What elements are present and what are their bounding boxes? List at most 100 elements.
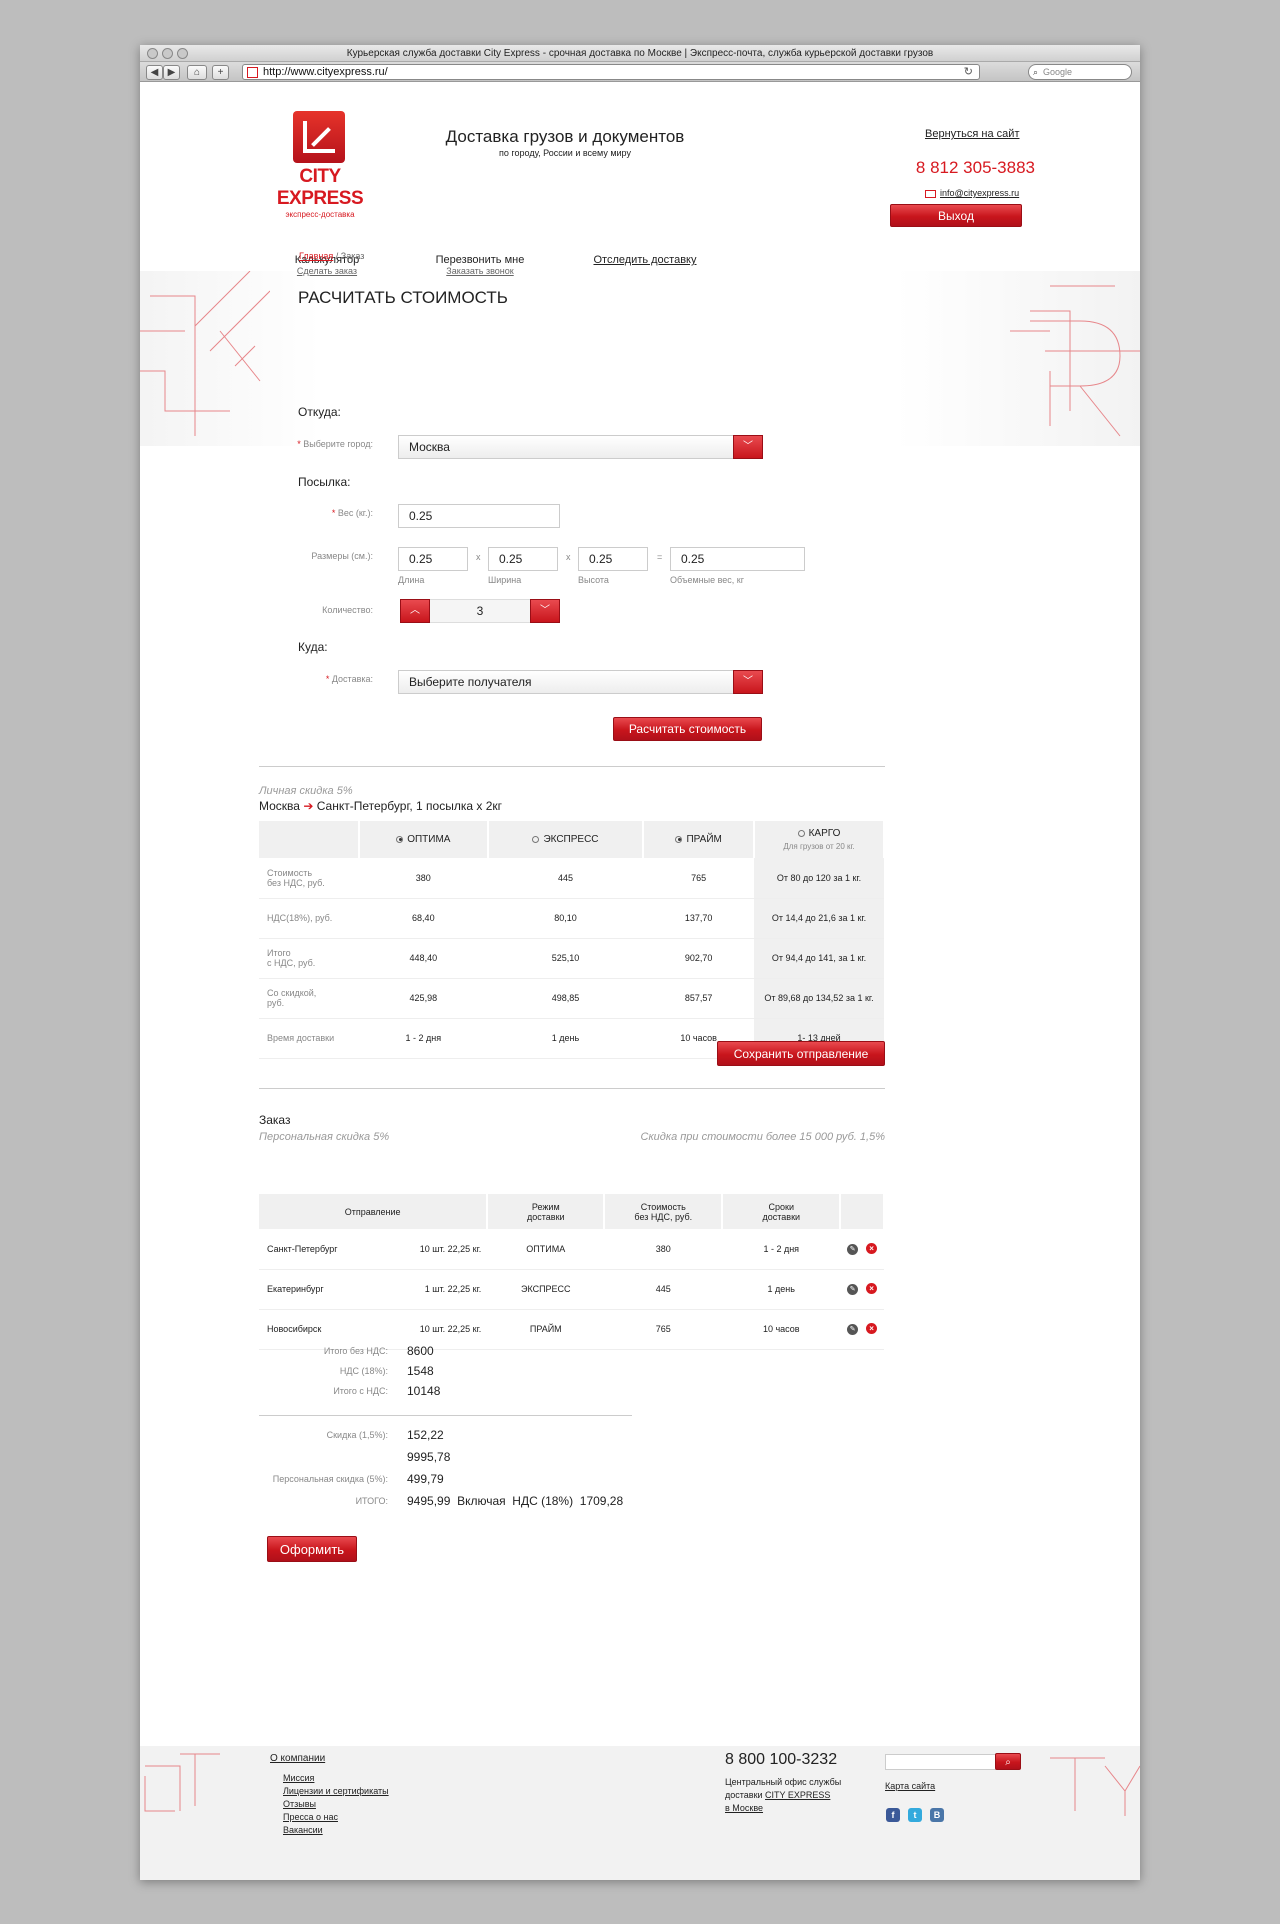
city-select[interactable]: Москва ﹀: [398, 435, 763, 459]
edit-icon[interactable]: ✎: [847, 1324, 859, 1335]
weight-label: * Вес (кг.):: [331, 508, 373, 518]
rate-cell: 1 день: [487, 1018, 644, 1059]
delete-icon[interactable]: ×: [866, 1283, 878, 1294]
close-window-icon[interactable]: [147, 48, 158, 59]
quantity-value[interactable]: 3: [431, 600, 529, 622]
facebook-icon[interactable]: f: [886, 1808, 900, 1822]
rate-cell: 765: [643, 858, 754, 899]
order-city: Новосибирск: [259, 1309, 359, 1350]
edit-icon[interactable]: ✎: [847, 1243, 859, 1255]
footer-link-jobs[interactable]: Вакансии: [283, 1825, 323, 1835]
save-shipment-button[interactable]: Сохранить отправление: [717, 1041, 885, 1066]
delivery-select[interactable]: Выберите получателя ﹀: [398, 670, 763, 694]
radio-icon[interactable]: [532, 835, 540, 843]
zoom-window-icon[interactable]: [177, 48, 188, 59]
search-icon: ⌕: [1033, 67, 1039, 77]
rate-cell: 448,40: [359, 938, 488, 979]
footer-link-reviews[interactable]: Отзывы: [283, 1799, 316, 1809]
quantity-stepper: ︿ 3 ﹀: [400, 599, 560, 623]
rate-option-express[interactable]: ЭКСПРЕСС: [487, 821, 645, 858]
nav-sublink[interactable]: Заказать звонок: [430, 266, 530, 276]
row-label: Итого с НДС, руб.: [259, 938, 359, 979]
order-mode: ОПТИМА: [487, 1229, 605, 1270]
order-term: 1 день: [722, 1269, 841, 1310]
rate-option-optima[interactable]: ОПТИМА: [359, 821, 489, 858]
col-header-mode: Режим доставки: [487, 1194, 606, 1229]
footer-link-licenses[interactable]: Лицензии и сертификаты: [283, 1786, 389, 1796]
footer-phone: 8 800 100-3232: [725, 1751, 838, 1768]
sitemap-link[interactable]: Карта сайта: [885, 1781, 935, 1791]
from-section-title: Откуда:: [298, 405, 341, 419]
reload-icon[interactable]: ↻: [964, 65, 973, 79]
browser-toolbar: ◀ ▶ ⌂ + http://www.cityexpress.ru/ ↻ ⌕ G…: [140, 62, 1140, 82]
radio-icon[interactable]: [675, 835, 683, 843]
rate-cell: 902,70: [643, 938, 754, 979]
minimize-window-icon[interactable]: [162, 48, 173, 59]
order-cost: 445: [604, 1269, 723, 1310]
personal-discount-label: Персональная скидка (5%):: [272, 1474, 388, 1484]
footer-office-brand-link[interactable]: CITY EXPRESS: [765, 1790, 830, 1800]
rate-option-cargo[interactable]: КАРГО Для грузов от 20 кг.: [754, 821, 885, 858]
table-row: Стоимость без НДС, руб. 380 445 765 От 8…: [259, 858, 884, 899]
page-title: РАСЧИТАТЬ СТОИМОСТЬ: [298, 288, 508, 307]
logo-name: CITY EXPRESS: [276, 166, 364, 209]
footer-office: Центральный офис службы доставки CITY EX…: [725, 1776, 841, 1815]
vkontakte-icon[interactable]: B: [930, 1808, 944, 1822]
divider: [259, 766, 885, 767]
home-icon[interactable]: ⌂: [187, 65, 207, 80]
submit-order-button[interactable]: Оформить: [267, 1536, 357, 1562]
twitter-icon[interactable]: t: [908, 1808, 922, 1822]
breadcrumb: Главная / Заказ: [299, 251, 364, 261]
email-link[interactable]: info@cityexpress.ru: [940, 188, 1019, 198]
logo-mark-icon: [293, 111, 345, 163]
city-label: * Выберите город:: [297, 439, 373, 449]
footer-about-link[interactable]: О компании: [270, 1753, 325, 1764]
footer-link-press[interactable]: Пресса о нас: [283, 1812, 338, 1822]
nav-sublink[interactable]: Сделать заказ: [287, 266, 367, 276]
header-email[interactable]: info@cityexpress.ru: [925, 188, 1019, 198]
order-term: 10 часов: [722, 1309, 841, 1350]
chevron-down-icon[interactable]: ﹀: [733, 670, 763, 694]
volume-input[interactable]: 0.25: [670, 547, 805, 571]
logo[interactable]: CITY EXPRESS экспресс-доставка: [255, 111, 385, 219]
radio-icon[interactable]: [396, 835, 404, 843]
nav-link[interactable]: Отследить доставку: [593, 254, 696, 266]
times-sign: x: [476, 552, 481, 562]
incl-vat-value: 1709,28: [579, 1494, 624, 1508]
order-city: Екатеринбург: [259, 1269, 359, 1310]
delete-icon[interactable]: ×: [866, 1323, 878, 1334]
chevron-up-icon[interactable]: ︿: [400, 599, 430, 623]
browser-search-input[interactable]: ⌕ Google: [1028, 64, 1132, 80]
nav-item-callback[interactable]: Перезвонить мне Заказать звонок: [430, 254, 530, 276]
chevron-down-icon[interactable]: ﹀: [733, 435, 763, 459]
back-to-site-link[interactable]: Вернуться на сайт: [925, 128, 1019, 140]
height-input[interactable]: 0.25: [578, 547, 648, 571]
route-line: Москва ➔ Санкт-Петербург, 1 посылка х 2к…: [259, 799, 502, 813]
address-bar[interactable]: http://www.cityexpress.ru/ ↻: [242, 64, 980, 80]
add-bookmark-icon[interactable]: +: [212, 65, 229, 80]
table-row: Новосибирск 10 шт. 22,25 кг. ПРАЙМ 765 1…: [259, 1309, 884, 1350]
width-input[interactable]: 0.25: [488, 547, 558, 571]
equals-sign: =: [657, 552, 663, 562]
footer-search-input[interactable]: [885, 1754, 1003, 1770]
breadcrumb-home[interactable]: Главная: [299, 251, 333, 261]
rate-option-prime[interactable]: ПРАЙМ: [643, 821, 755, 858]
calculate-button[interactable]: Расчитать стоимость: [613, 717, 762, 741]
length-input[interactable]: 0.25: [398, 547, 468, 571]
edit-icon[interactable]: ✎: [847, 1284, 859, 1295]
delete-icon[interactable]: ×: [866, 1242, 878, 1254]
footer-link-mission[interactable]: Миссия: [283, 1773, 314, 1783]
delivery-select-value: Выберите получателя: [409, 675, 532, 689]
exit-button[interactable]: Выход: [890, 204, 1022, 227]
nav-item-tracking[interactable]: Отследить доставку: [585, 254, 705, 266]
back-icon[interactable]: ◀: [146, 65, 163, 80]
weight-input[interactable]: 0.25: [398, 504, 560, 528]
footer-search-button[interactable]: ⌕: [995, 1753, 1021, 1770]
cargo-note: Для грузов от 20 кг.: [783, 842, 855, 851]
rate-cell: От 89,68 до 134,52 за 1 кг.: [754, 978, 884, 1019]
forward-icon[interactable]: ▶: [163, 65, 180, 80]
radio-icon[interactable]: [797, 829, 805, 837]
footer-office-city-link[interactable]: в Москве: [725, 1803, 763, 1813]
chevron-down-icon[interactable]: ﹀: [530, 599, 560, 623]
rate-cell: От 80 до 120 за 1 кг.: [754, 858, 884, 899]
